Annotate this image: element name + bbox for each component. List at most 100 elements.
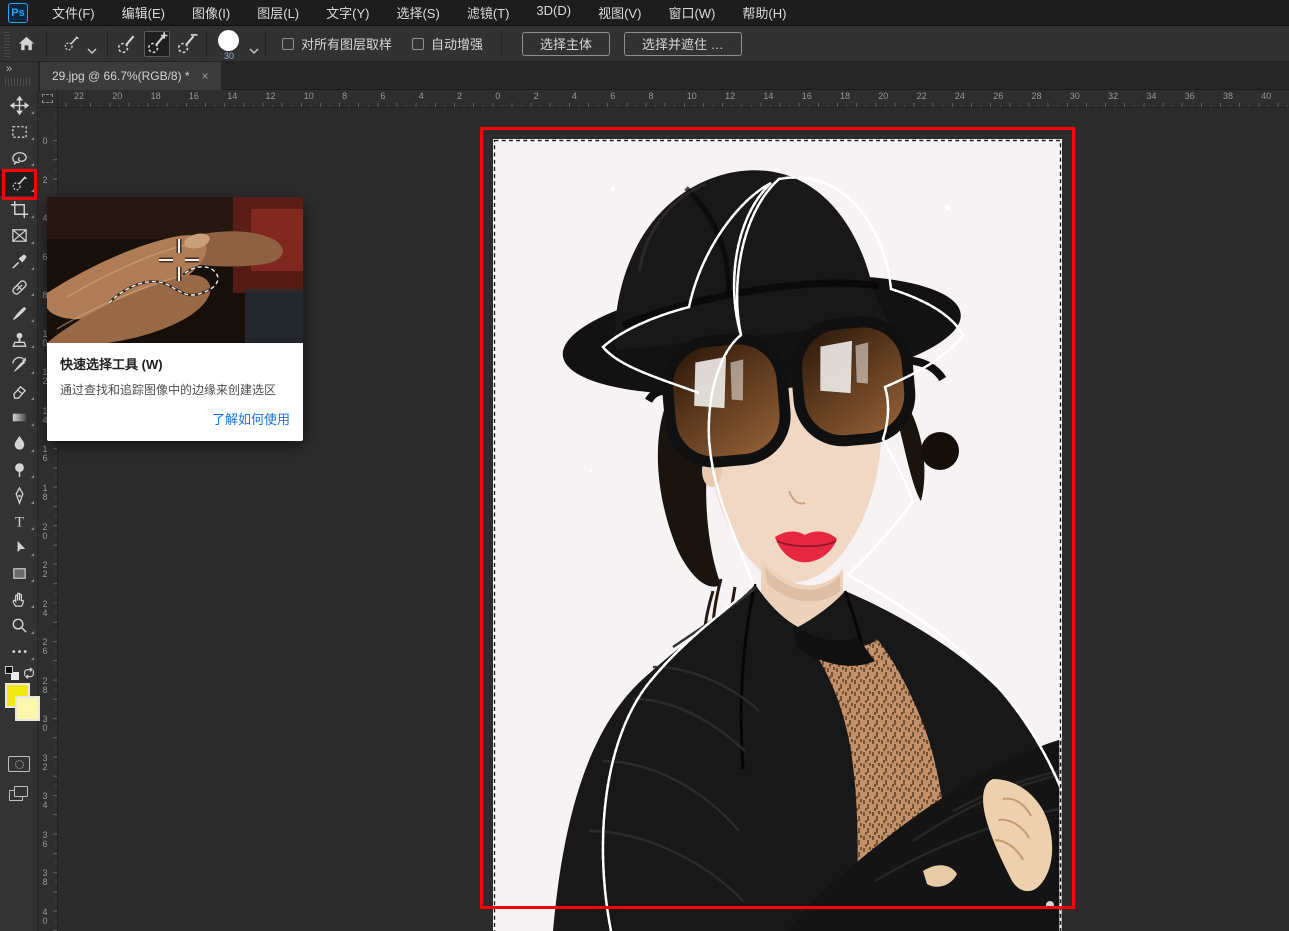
ruler-label: 38	[40, 868, 50, 886]
toolbar-grip[interactable]	[5, 78, 31, 86]
chevron-down-icon	[249, 41, 259, 47]
default-colors-icon[interactable]	[5, 666, 19, 680]
menu-item-2[interactable]: 编辑(E)	[122, 3, 165, 22]
ruler-label: 2	[457, 91, 462, 101]
ruler-label: 22	[40, 560, 50, 578]
swap-colors-icon[interactable]	[22, 666, 36, 679]
ruler-label: 38	[1223, 91, 1233, 101]
edit-toolbar[interactable]	[0, 638, 38, 664]
ruler-label: 16	[189, 91, 199, 101]
auto-enhance-checkbox[interactable]	[412, 38, 424, 50]
type-tool[interactable]: T	[0, 508, 38, 534]
ruler-label: 6	[610, 91, 615, 101]
ruler-label: 4	[572, 91, 577, 101]
ruler-label: 32	[1108, 91, 1118, 101]
background-color-swatch[interactable]	[15, 696, 40, 721]
auto-enhance-label: 自动增强	[431, 34, 483, 53]
lasso-tool[interactable]	[0, 144, 38, 170]
divider	[107, 31, 108, 57]
ruler-label: 36	[1185, 91, 1195, 101]
menu-item-1[interactable]: 文件(F)	[52, 3, 95, 22]
brush-tip-icon	[218, 30, 239, 51]
ruler-label: 22	[74, 91, 84, 101]
menu-item-10[interactable]: 窗口(W)	[668, 3, 715, 22]
brush-preview: 30	[213, 29, 245, 59]
screen-mode-button[interactable]	[9, 786, 29, 802]
quick-selection-icon	[57, 30, 85, 58]
auto-enhance-option: 自动增强	[412, 34, 483, 53]
zoom-tool[interactable]	[0, 612, 38, 638]
hand-tool[interactable]	[0, 586, 38, 612]
toolbar-bottom	[0, 750, 38, 802]
ruler-label: 18	[840, 91, 850, 101]
menu-item-3[interactable]: 图像(I)	[192, 3, 230, 22]
menu-item-8[interactable]: 3D(D)	[536, 3, 571, 22]
learn-how-link[interactable]: 了解如何使用	[60, 409, 290, 428]
ruler-label: 0	[495, 91, 500, 101]
sample-all-layers-checkbox[interactable]	[282, 38, 294, 50]
ruler-label: 20	[112, 91, 122, 101]
svg-text:T: T	[15, 514, 24, 530]
ruler-label: 28	[40, 676, 50, 694]
menu-item-6[interactable]: 选择(S)	[396, 3, 439, 22]
pen-tool[interactable]	[0, 482, 38, 508]
menu-list: 文件(F) 编辑(E) 图像(I) 图层(L) 文字(Y) 选择(S) 滤镜(T) 3D(D)…	[52, 3, 786, 22]
ruler-label: 22	[917, 91, 927, 101]
menu-item-4[interactable]: 图层(L)	[257, 3, 299, 22]
dodge-tool[interactable]	[0, 456, 38, 482]
ruler-label: 0	[40, 136, 50, 145]
frame-tool[interactable]	[0, 222, 38, 248]
tool-preset-dropdown[interactable]	[53, 28, 101, 60]
add-to-selection-icon[interactable]	[144, 31, 170, 57]
home-icon[interactable]	[12, 30, 40, 58]
ruler-label: 18	[151, 91, 161, 101]
tooltip-description: 通过查找和追踪图像中的边缘来创建选区	[60, 382, 290, 399]
ruler-label: 2	[40, 175, 50, 184]
history-brush-tool[interactable]	[0, 352, 38, 378]
rectangle-tool[interactable]	[0, 560, 38, 586]
options-bar-grip[interactable]	[2, 31, 12, 57]
horizontal-ruler[interactable]: 2220181614121086420246810121416182022242…	[58, 90, 1289, 108]
document-tab[interactable]: 29.jpg @ 66.7%(RGB/8) * ×	[40, 62, 221, 90]
brush-size-picker[interactable]: 30	[213, 29, 259, 59]
divider	[265, 31, 266, 57]
eyedropper-tool[interactable]	[0, 248, 38, 274]
ruler-label: 16	[40, 444, 50, 462]
sample-all-layers-label: 对所有图层取样	[301, 34, 392, 53]
select-and-mask-button[interactable]: 选择并遮住 …	[624, 32, 742, 56]
gradient-tool[interactable]	[0, 404, 38, 430]
ruler-label: 28	[1032, 91, 1042, 101]
ruler-label: 32	[40, 753, 50, 771]
eraser-tool[interactable]	[0, 378, 38, 404]
collapse-toolbar-icon[interactable]: »	[6, 63, 10, 75]
new-selection-icon[interactable]	[114, 31, 140, 57]
divider	[206, 31, 207, 57]
move-tool[interactable]	[0, 92, 38, 118]
photoshop-logo-icon[interactable]: Ps	[8, 3, 28, 23]
menu-item-7[interactable]: 滤镜(T)	[467, 3, 510, 22]
marquee-tool[interactable]	[0, 118, 38, 144]
clone-stamp-tool[interactable]	[0, 326, 38, 352]
quick-mask-mode-button[interactable]	[8, 756, 30, 772]
ruler-label: 26	[40, 637, 50, 655]
subtract-from-selection-icon[interactable]	[174, 31, 200, 57]
tool-options-bar: 30 对所有图层取样 自动增强 选择主体 选择并遮住 …	[0, 26, 1289, 62]
healing-brush-tool[interactable]	[0, 274, 38, 300]
menu-item-5[interactable]: 文字(Y)	[326, 3, 369, 22]
close-icon[interactable]: ×	[202, 69, 209, 83]
ruler-label: 14	[763, 91, 773, 101]
select-subject-button[interactable]: 选择主体	[522, 32, 610, 56]
blur-tool[interactable]	[0, 430, 38, 456]
menu-item-11[interactable]: 帮助(H)	[742, 3, 786, 22]
ruler-label: 12	[725, 91, 735, 101]
brush-size-value: 30	[213, 51, 245, 61]
ruler-label: 20	[40, 522, 50, 540]
menu-item-9[interactable]: 视图(V)	[598, 3, 641, 22]
ruler-label: 36	[40, 830, 50, 848]
ruler-origin[interactable]	[38, 90, 58, 108]
brush-tool[interactable]	[0, 300, 38, 326]
tooltip-preview-image	[47, 197, 303, 343]
ruler-label: 24	[40, 599, 50, 617]
menu-bar: Ps 文件(F) 编辑(E) 图像(I) 图层(L) 文字(Y) 选择(S) 滤镜(T) 3D…	[0, 0, 1289, 26]
path-selection-tool[interactable]	[0, 534, 38, 560]
